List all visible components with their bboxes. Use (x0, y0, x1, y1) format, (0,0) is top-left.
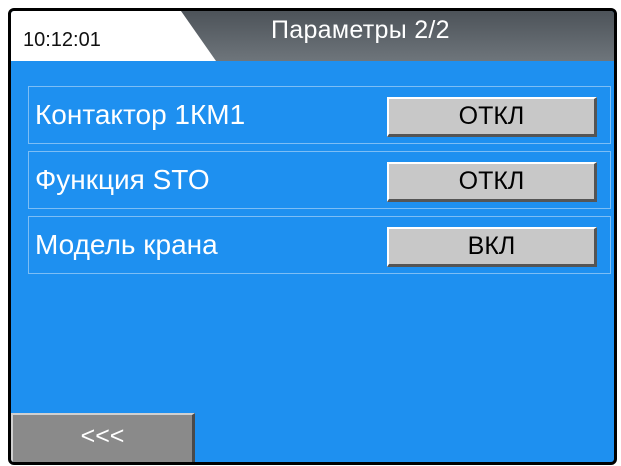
contactor-toggle-button[interactable]: ОТКЛ (387, 97, 597, 137)
sto-toggle-button[interactable]: ОТКЛ (387, 162, 597, 202)
param-label-crane-model: Модель крана (35, 229, 218, 260)
param-label-sto: Функция STO (35, 164, 210, 195)
screen-frame: 10:12:01 Параметры 2/2 Контактор 1КМ1 ОТ… (8, 8, 617, 465)
param-row-sto: Функция STO ОТКЛ (28, 151, 611, 209)
param-label-contactor: Контактор 1КМ1 (35, 99, 246, 130)
header-bar: 10:12:01 Параметры 2/2 (11, 11, 614, 61)
param-row-crane-model: Модель крана ВКЛ (28, 216, 611, 274)
param-row-contactor: Контактор 1КМ1 ОТКЛ (28, 86, 611, 144)
back-button[interactable]: <<< (11, 413, 195, 462)
page-title: Параметры 2/2 (271, 16, 450, 44)
crane-model-toggle-button[interactable]: ВКЛ (387, 227, 597, 267)
clock-time: 10:12:01 (23, 29, 101, 51)
